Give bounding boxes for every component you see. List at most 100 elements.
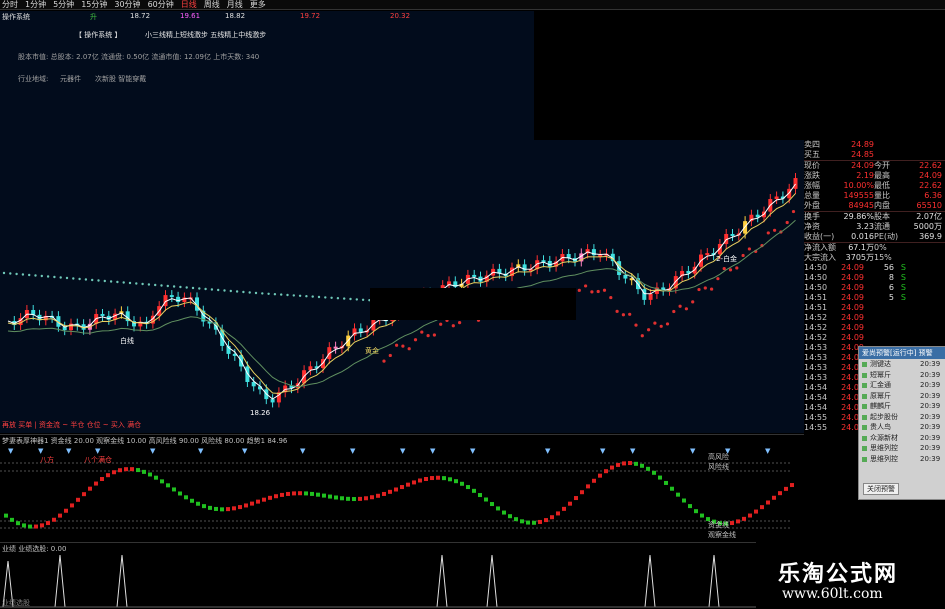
tick-cell: 14:54	[804, 403, 828, 412]
alert-item-name: 汇金通	[870, 381, 891, 389]
alert-item[interactable]: 麒麟斤 20:39	[859, 401, 945, 412]
period-tab[interactable]: 分时	[2, 0, 18, 9]
quote-cell: 买五	[804, 150, 820, 159]
sub-indicator-bar	[514, 517, 518, 522]
sub-indicator-bar	[34, 524, 38, 529]
period-tab[interactable]: 60分钟	[148, 0, 174, 9]
alert-item[interactable]: 思维列控 20:39	[859, 443, 945, 454]
tick-cell: S	[900, 283, 906, 292]
alert-status-icon	[862, 393, 867, 399]
period-tab[interactable]: 日线	[181, 0, 197, 9]
alert-item[interactable]: 众源新材 20:39	[859, 433, 945, 444]
sub-signal-mark: ▼	[8, 447, 14, 455]
alert-item-time: 20:39	[920, 402, 941, 410]
alert-item-time: 20:39	[920, 444, 941, 452]
alert-item-time: 20:39	[920, 433, 941, 442]
long-ma-dot	[210, 288, 214, 291]
long-ma-dot	[109, 280, 113, 283]
red-ma-dot	[432, 333, 436, 337]
sub-indicator-bar	[682, 498, 686, 503]
sub-indicator-bar	[400, 485, 404, 490]
sub-indicator-bar	[298, 491, 302, 496]
red-ma-dot	[735, 266, 739, 270]
alert-item[interactable]: 起步股份 20:39	[859, 412, 945, 423]
sub-indicator-bar	[364, 496, 368, 501]
red-ma-dot	[716, 277, 720, 281]
sub-indicator-bar	[118, 468, 122, 473]
red-ma-dot	[703, 286, 707, 290]
candle-body	[623, 275, 628, 279]
red-ma-dot	[628, 312, 632, 316]
period-tab[interactable]: 30分钟	[114, 0, 140, 9]
alert-item[interactable]: 原幂斤 20:39	[859, 391, 945, 402]
sub-indicator-bar	[238, 505, 242, 510]
quote-row: 换手 29.86% 股本 2.07亿	[804, 212, 945, 222]
red-ma-dot	[747, 247, 752, 251]
alert-item-name: 贵人鸟	[870, 423, 891, 431]
sub-indicator-bar	[130, 467, 134, 472]
period-tab[interactable]: 更多	[250, 0, 266, 9]
sub-indicator-bar	[220, 507, 224, 512]
long-ma-dot	[305, 295, 308, 298]
sub-indicator-bar	[316, 492, 320, 497]
tick-cell	[894, 323, 906, 333]
red-ma-dot	[458, 321, 462, 325]
alert-item-name: 原幂斤	[870, 391, 891, 400]
alert-item[interactable]: 汇金通 20:39	[859, 380, 945, 391]
sub-indicator-bar	[274, 494, 278, 499]
candle-body	[333, 346, 338, 349]
red-ma-dot	[640, 334, 644, 338]
long-ma-dot	[91, 278, 94, 282]
alert-item-name: 起步股份	[870, 412, 898, 421]
close-alert-button[interactable]: 关闭预警	[863, 483, 899, 495]
sub-indicator-bar	[340, 496, 344, 501]
period-tab[interactable]: 周线	[204, 0, 220, 9]
long-ma-dot	[78, 277, 81, 281]
alert-item[interactable]: 思维列控 20:39	[859, 454, 945, 465]
sub-indicator-bar	[250, 501, 254, 506]
sub-indicator-bar	[430, 476, 434, 481]
sub-indicator-bar	[202, 504, 206, 509]
red-ma-dot	[596, 289, 600, 294]
red-ma-dot	[615, 309, 619, 313]
industry-label: 行业地域:	[18, 75, 49, 83]
alert-item[interactable]: 测键达 20:39	[859, 359, 945, 370]
bottom-indicator-panel[interactable]	[0, 542, 756, 609]
red-ma-dot	[609, 295, 613, 300]
red-ma-dot	[766, 231, 770, 235]
quote-cell: 收益(一)	[804, 232, 835, 241]
alert-popup[interactable]: 爱尚预警[运行中] 预警 测键达 20:39 短幂斤 20:39 汇金通 20:39 原幂斤…	[858, 346, 945, 500]
quote-cell: 24.89	[851, 140, 874, 149]
sub-indicator-bar	[502, 510, 506, 515]
sub-indicator-panel[interactable]: ▼ ▼ ▼ ▼ ▼ ▼ ▼ ▼ ▼ ▼ ▼ ▼ ▼ ▼ ▼ ▼ ▼ ▼	[0, 434, 804, 542]
alert-item[interactable]: 贵人鸟 20:39	[859, 422, 945, 433]
long-ma-dot	[179, 285, 182, 289]
quote-row: 现价 24.09 今开 22.62	[804, 161, 945, 171]
tick-cell: 14:53	[804, 363, 828, 372]
alert-item-time: 20:39	[920, 360, 941, 368]
period-tab[interactable]: 月线	[227, 0, 243, 9]
quote-cell: 2.19	[856, 171, 874, 180]
sub-indicator-bar	[22, 523, 26, 528]
alert-popup-title: 爱尚预警[运行中] 预警	[859, 347, 945, 359]
sub-signal-mark: ▼	[300, 447, 306, 455]
sub-indicator-bar	[76, 497, 80, 502]
long-ma-dot	[248, 291, 251, 294]
red-ma-dot	[395, 343, 399, 347]
red-ma-dot	[420, 330, 424, 334]
long-ma-dot	[21, 273, 25, 276]
tick-cell: 6	[888, 283, 894, 292]
sub-indicator-bar	[100, 477, 104, 482]
alert-item-name: 短幂斤	[870, 370, 891, 379]
period-tab[interactable]: 1分钟	[25, 0, 46, 9]
period-tab[interactable]: 15分钟	[81, 0, 107, 9]
quote-row: 大宗流入 3705万 15%	[804, 253, 945, 263]
red-ma-dot	[697, 287, 701, 292]
red-ma-dot	[773, 228, 777, 232]
long-ma-dot	[154, 283, 157, 287]
red-ma-dot	[741, 253, 745, 258]
period-tab[interactable]: 5分钟	[53, 0, 74, 9]
candle-body	[169, 295, 174, 298]
long-ma-dot	[72, 277, 75, 280]
alert-item[interactable]: 短幂斤 20:39	[859, 370, 945, 381]
